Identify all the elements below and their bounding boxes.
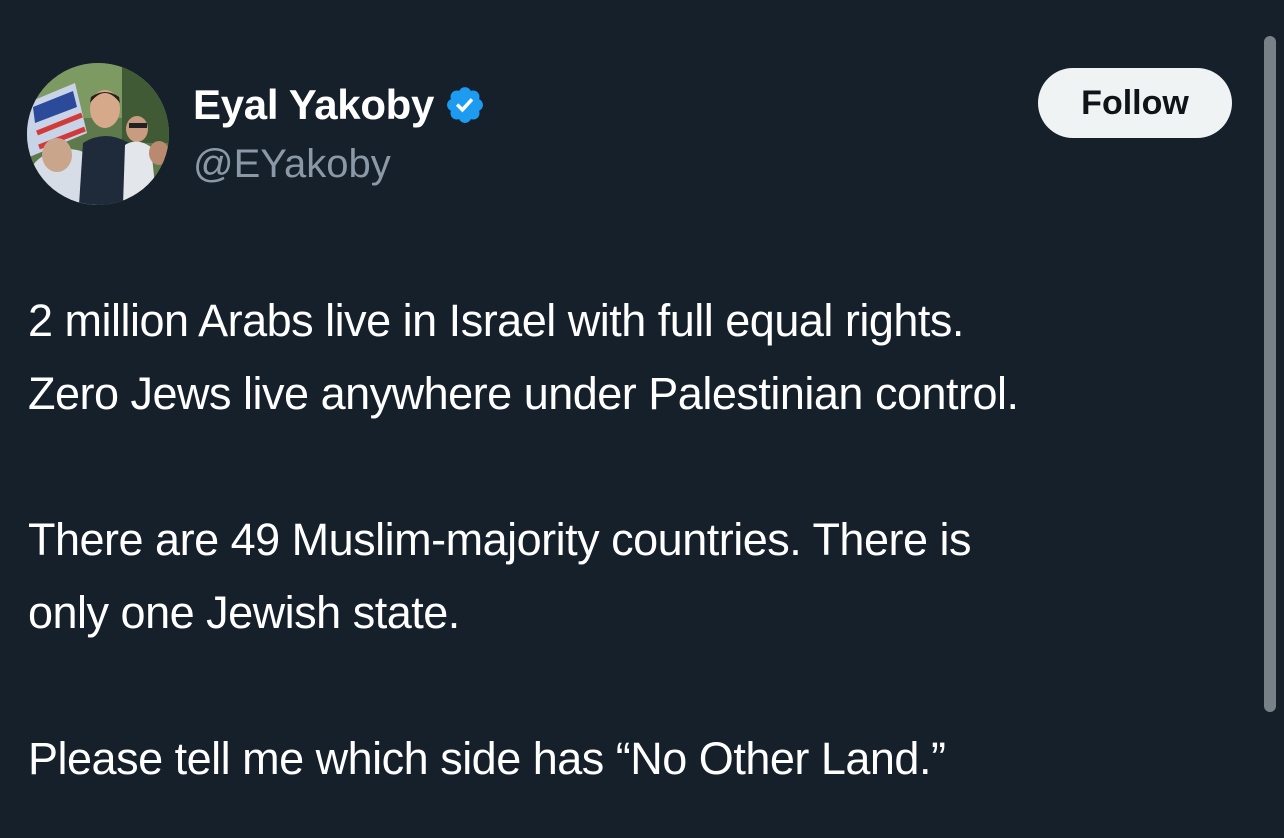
author-name-row: Eyal Yakoby (193, 80, 486, 130)
verified-badge-icon (444, 84, 486, 126)
scrollbar-thumb[interactable] (1264, 36, 1276, 712)
tweet-card: Eyal Yakoby @EYakoby Follow 2 million Ar… (0, 0, 1284, 838)
tweet-text-line: Please tell me which side has “No Other … (28, 733, 946, 784)
tweet-text-line: Zero Jews live anywhere under Palestinia… (28, 368, 1019, 419)
author-display-name[interactable]: Eyal Yakoby (193, 81, 434, 129)
tweet-text-line: only one Jewish state. (28, 587, 460, 638)
follow-button[interactable]: Follow (1038, 68, 1232, 138)
tweet-body: 2 million Arabs live in Israel with full… (28, 284, 1258, 795)
author-handle[interactable]: @EYakoby (193, 142, 391, 187)
profile-photo (27, 63, 169, 205)
tweet-text-line: 2 million Arabs live in Israel with full… (28, 295, 964, 346)
tweet-text-line: There are 49 Muslim-majority countries. … (28, 514, 972, 565)
avatar[interactable] (27, 63, 169, 205)
